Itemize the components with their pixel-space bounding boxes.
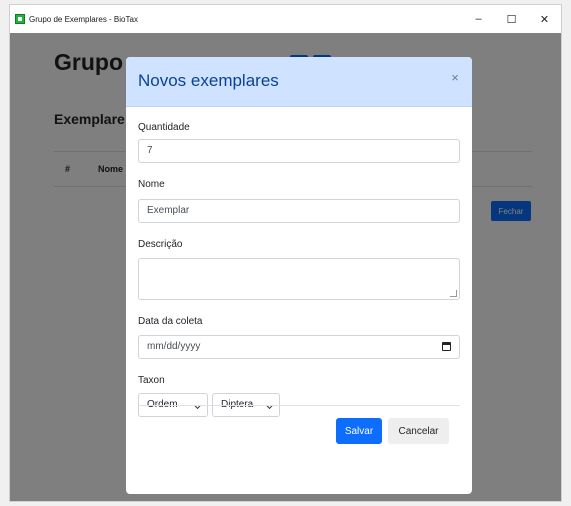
window-title: Grupo de Exemplares - BioTax xyxy=(29,14,138,24)
data-coleta-label: Data da coleta xyxy=(138,316,203,327)
app-window: Grupo de Exemplares - BioTax – ☐ ✕ Grupo… xyxy=(9,4,562,502)
taxon-label: Taxon xyxy=(138,375,165,386)
resize-grip-icon[interactable] xyxy=(450,290,457,297)
data-coleta-value: mm/dd/yyyy xyxy=(147,341,201,352)
modal-header: Novos exemplares × xyxy=(126,57,472,107)
modal-close-icon[interactable]: × xyxy=(448,71,462,85)
page-content: Grupo Exemplare # Nome Fechar Novos exem… xyxy=(10,33,561,501)
nome-label: Nome xyxy=(138,179,165,190)
maximize-icon[interactable]: ☐ xyxy=(495,5,528,33)
app-icon xyxy=(15,14,25,24)
nome-input[interactable]: Exemplar xyxy=(138,199,460,223)
quantidade-label: Quantidade xyxy=(138,122,190,133)
calendar-icon[interactable] xyxy=(442,342,451,351)
modal-title: Novos exemplares xyxy=(138,71,279,90)
new-exemplares-modal: Novos exemplares × Quantidade 7 Nome Exe… xyxy=(126,57,472,494)
minimize-icon[interactable]: – xyxy=(462,5,495,33)
data-coleta-input[interactable]: mm/dd/yyyy xyxy=(138,335,460,359)
title-bar: Grupo de Exemplares - BioTax – ☐ ✕ xyxy=(10,5,561,33)
save-button[interactable]: Salvar xyxy=(336,418,382,444)
descricao-textarea[interactable] xyxy=(138,258,460,300)
quantidade-input[interactable]: 7 xyxy=(138,139,460,163)
descricao-label: Descrição xyxy=(138,239,183,250)
close-icon[interactable]: ✕ xyxy=(528,5,561,33)
cancel-button[interactable]: Cancelar xyxy=(388,418,449,444)
window-controls: – ☐ ✕ xyxy=(462,5,561,33)
